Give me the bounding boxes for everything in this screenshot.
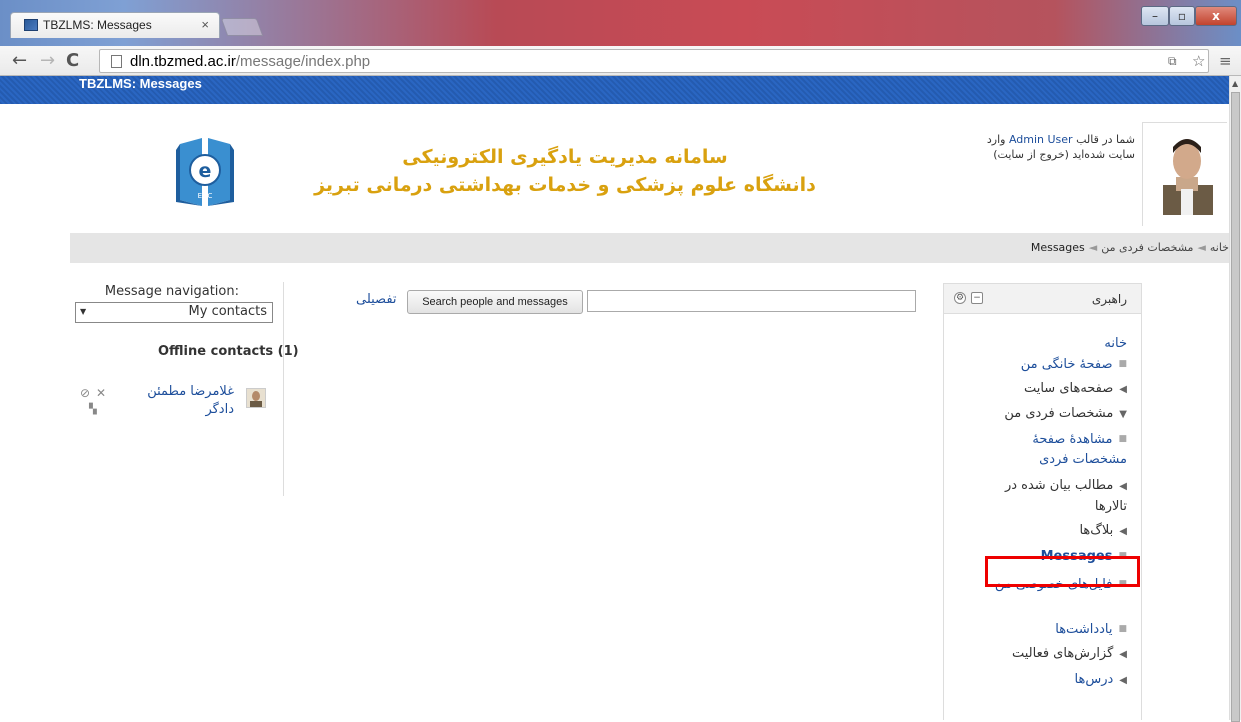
- remove-contact-icon[interactable]: ✕: [96, 386, 106, 400]
- bookmark-star-icon[interactable]: ☆: [1192, 52, 1205, 70]
- breadcrumb-profile[interactable]: مشخصات فردی من: [1101, 241, 1193, 254]
- top-blue-bar: TBZLMS: Messages: [0, 76, 1229, 104]
- bluebar-title: TBZLMS: Messages: [79, 76, 202, 91]
- collapsed-arrow-icon: ◀: [1119, 526, 1127, 537]
- site-title-line2: دانشگاه علوم پزشکی و خدمات بهداشتی درمان…: [314, 174, 816, 196]
- translate-icon[interactable]: ⧉: [1168, 54, 1177, 69]
- message-navigation-label: Message navigation:: [104, 284, 239, 299]
- user-avatar[interactable]: [1142, 122, 1228, 227]
- collapsed-arrow-icon: ◀: [1119, 649, 1127, 660]
- hide-block-icon[interactable]: −: [971, 292, 983, 304]
- nav-item-my-profile[interactable]: ▼مشخصات فردی من: [1004, 404, 1127, 425]
- svg-text:e: e: [199, 160, 212, 182]
- site-favicon-icon: [24, 19, 38, 31]
- nav-item-view-profile[interactable]: ■مشاهدهٔ صفحهٔ مشخصات فردی: [987, 429, 1127, 470]
- dock-block-icon[interactable]: ⚙: [954, 292, 966, 304]
- breadcrumb: خانه◄مشخصات فردی من◄Messages: [1031, 241, 1229, 254]
- message-navigation-select[interactable]: ▼ My contacts: [75, 302, 273, 323]
- message-navigation-selected: My contacts: [188, 304, 267, 319]
- back-arrow-icon[interactable]: ←: [12, 50, 27, 71]
- highlight-box: [985, 556, 1140, 587]
- logo-label: EDC: [198, 192, 213, 200]
- tab-title: TBZLMS: Messages: [43, 18, 152, 32]
- nav-item-courses[interactable]: ◀درس‌ها: [1075, 670, 1127, 691]
- login-user-link[interactable]: Admin User: [1009, 133, 1073, 146]
- collapsed-arrow-icon: ◀: [1119, 675, 1127, 686]
- scroll-up-icon[interactable]: ▲: [1232, 79, 1238, 88]
- contact-name-link[interactable]: غلامرضا مطمئن دادگر: [134, 383, 234, 419]
- university-logo[interactable]: e EDC: [174, 136, 236, 212]
- navbar: خانه◄مشخصات فردی من◄Messages: [70, 233, 1229, 263]
- breadcrumb-separator: ◄: [1088, 241, 1098, 254]
- forward-arrow-icon[interactable]: →: [40, 50, 55, 71]
- breadcrumb-current: Messages: [1030, 241, 1085, 254]
- address-bar[interactable]: dln.tbzmed.ac.ir/message/index.php: [99, 49, 1209, 73]
- navigation-block-title: راهبری: [1091, 292, 1127, 306]
- nav-item-site-pages[interactable]: ◀صفحه‌های سایت: [1024, 379, 1127, 400]
- page-viewport: TBZLMS: Messages e EDC سامانه مدیریت یاد…: [0, 76, 1229, 720]
- nav-item-my-home[interactable]: ■صفحهٔ خانگی من: [1021, 354, 1127, 375]
- page-scrollbar[interactable]: ▲: [1229, 76, 1241, 722]
- tab-close-icon[interactable]: ×: [201, 17, 209, 32]
- login-prefix: شما در قالب: [1076, 133, 1135, 146]
- minimize-button[interactable]: –: [1141, 6, 1169, 26]
- expanded-arrow-icon: ▼: [1119, 409, 1127, 420]
- browser-menu-icon[interactable]: ≡: [1219, 52, 1232, 70]
- block-contact-icon[interactable]: ⊘: [80, 386, 90, 400]
- nav-item-home[interactable]: خانه: [1104, 334, 1127, 354]
- collapsed-arrow-icon: ◀: [1119, 384, 1127, 395]
- new-tab-button[interactable]: [220, 18, 264, 36]
- advanced-search-link[interactable]: تفصیلی: [356, 292, 397, 307]
- close-window-button[interactable]: x: [1195, 6, 1237, 26]
- nav-item-blogs[interactable]: ◀بلاگ‌ها: [1079, 521, 1127, 542]
- breadcrumb-separator: ◄: [1197, 241, 1206, 254]
- url-domain: dln.tbzmed.ac.ir: [130, 53, 236, 70]
- navigation-block-header: ⚙ − راهبری: [944, 284, 1141, 314]
- bullet-icon: ■: [1118, 359, 1127, 369]
- search-people-button[interactable]: Search people and messages: [407, 290, 583, 314]
- collapsed-arrow-icon: ◀: [1119, 481, 1127, 492]
- navigation-block: ⚙ − راهبری خانه ■صفحهٔ خانگی من ◀صفحه‌ها…: [943, 283, 1142, 720]
- maximize-button[interactable]: ▫: [1169, 6, 1195, 26]
- scrollbar-thumb[interactable]: [1231, 92, 1240, 722]
- nav-item-forum-posts[interactable]: ◀مطالب بیان شده در تالارها: [977, 476, 1127, 517]
- login-info: شما در قالب Admin User وارد سایت شده‌اید…: [960, 132, 1135, 162]
- site-title: سامانه مدیریت یادگیری الکترونیکی دانشگاه…: [300, 146, 830, 196]
- nav-item-activity-reports[interactable]: ◀گزارش‌های فعالیت: [1012, 644, 1127, 665]
- browser-titlebar: TBZLMS: Messages × – ▫ x: [0, 0, 1241, 46]
- site-title-line1: سامانه مدیریت یادگیری الکترونیکی: [402, 146, 728, 168]
- breadcrumb-home[interactable]: خانه: [1210, 241, 1229, 254]
- reload-icon[interactable]: C: [66, 50, 79, 71]
- chevron-down-icon: ▼: [80, 307, 87, 316]
- url-path: /message/index.php: [235, 53, 371, 70]
- search-input[interactable]: [587, 290, 916, 312]
- browser-tab[interactable]: TBZLMS: Messages ×: [10, 12, 220, 38]
- bullet-icon: ■: [1118, 434, 1127, 444]
- offline-contacts-heading: Offline contacts (1): [158, 344, 299, 359]
- message-history-icon[interactable]: ▚: [89, 404, 97, 415]
- bullet-icon: ■: [1118, 624, 1127, 634]
- contact-avatar[interactable]: [246, 388, 266, 408]
- browser-toolbar: ← → C dln.tbzmed.ac.ir/message/index.php…: [0, 46, 1241, 76]
- nav-item-notes[interactable]: ■یادداشت‌ها: [1055, 619, 1127, 640]
- page-icon: [111, 55, 122, 68]
